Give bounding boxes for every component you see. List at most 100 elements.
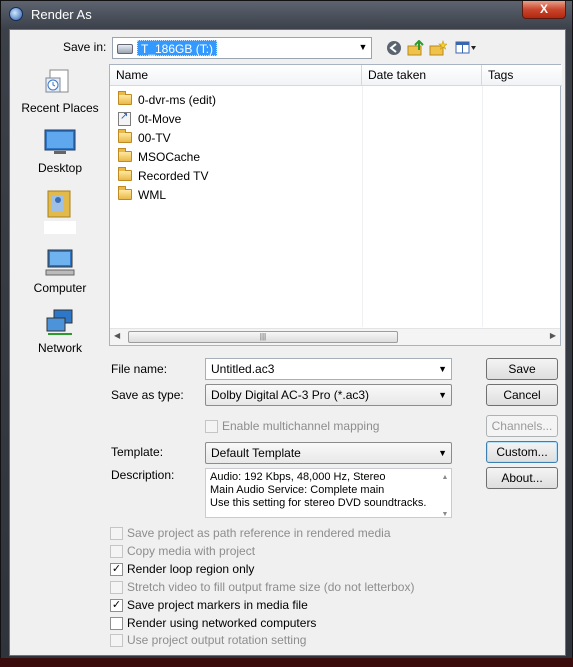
computer-icon [44, 248, 76, 278]
views-menu-button[interactable] [453, 38, 479, 58]
place-network[interactable]: Network [16, 308, 104, 355]
places-bar: Recent Places Desktop Computer Network [16, 64, 104, 364]
list-item-label: 0-dvr-ms (edit) [138, 92, 217, 107]
file-name-value: Untitled.ac3 [211, 362, 275, 376]
cancel-button[interactable]: Cancel [486, 384, 558, 406]
checkbox-box [110, 616, 123, 630]
scroll-right-icon[interactable]: ▶ [550, 331, 556, 340]
folder-icon [118, 91, 132, 105]
description-line: Use this setting for stereo DVD soundtra… [210, 497, 427, 509]
channels-button[interactable]: Channels... [486, 415, 558, 437]
render-as-dialog: Render As X Save in: T_186GB (T:) ▼ Rece… [0, 0, 573, 663]
custom-button[interactable]: Custom... [486, 441, 558, 463]
folder-icon [118, 129, 132, 143]
list-item[interactable]: 0-dvr-ms (edit) [118, 90, 216, 109]
list-item-label: 0t-Move [138, 111, 182, 126]
list-item[interactable]: 0t-Move [118, 109, 181, 128]
list-item[interactable]: WML [118, 185, 166, 204]
checkbox-label: Render using networked computers [127, 616, 317, 630]
back-button[interactable] [384, 38, 404, 58]
desktop-icon [44, 128, 76, 158]
chevron-down-icon: ▼ [438, 390, 447, 400]
new-folder-icon [429, 40, 447, 56]
horizontal-scrollbar[interactable]: ◀ ||| ▶ [110, 328, 560, 345]
up-folder-icon [407, 40, 424, 56]
file-name-label: File name: [111, 362, 168, 376]
folder-icon [118, 148, 132, 162]
scroll-left-icon[interactable]: ◀ [114, 331, 120, 340]
copy-media-checkbox[interactable]: Copy media with project [110, 544, 255, 558]
column-header-date-taken[interactable]: Date taken [362, 65, 482, 86]
back-arrow-icon [387, 41, 401, 55]
checkbox-label: Use project output rotation setting [127, 633, 307, 647]
place-label: Recent Places [21, 101, 99, 115]
scroll-down-icon[interactable]: ▼ [439, 508, 451, 517]
save-in-label: Save in: [63, 40, 107, 54]
save-path-reference-checkbox[interactable]: Save project as path reference in render… [110, 526, 391, 540]
render-loop-region-checkbox[interactable]: ✓ Render loop region only [110, 562, 254, 576]
networked-render-checkbox[interactable]: Render using networked computers [110, 616, 316, 630]
checkbox-label: Save project as path reference in render… [127, 526, 391, 540]
up-folder-button[interactable] [406, 38, 426, 58]
user-folder-icon [44, 188, 76, 218]
checkbox-box [205, 419, 218, 433]
stretch-video-checkbox[interactable]: Stretch video to fill output frame size … [110, 580, 414, 594]
background-strip [0, 658, 573, 667]
folder-icon [118, 186, 132, 200]
description-label: Description: [111, 468, 175, 482]
scroll-up-icon[interactable]: ▲ [439, 471, 451, 484]
save-in-dropdown[interactable]: T_186GB (T:) ▼ [112, 37, 372, 59]
recent-places-icon [44, 68, 76, 98]
save-as-type-value: Dolby Digital AC-3 Pro (*.ac3) [211, 388, 370, 402]
checkbox-box [110, 633, 123, 647]
close-button[interactable]: X [522, 1, 566, 19]
place-label: Network [37, 341, 82, 355]
drive-icon [117, 44, 133, 54]
scroll-thumb[interactable]: ||| [128, 331, 398, 343]
file-name-input[interactable]: Untitled.ac3 ▼ [205, 358, 452, 380]
list-item[interactable]: 00-TV [118, 128, 171, 147]
list-item-label: Recorded TV [138, 168, 209, 183]
chevron-down-icon[interactable]: ▼ [438, 359, 447, 379]
about-button[interactable]: About... [486, 467, 558, 489]
description-line: Audio: 192 Kbps, 48,000 Hz, Stereo [210, 471, 386, 483]
checkbox-label: Enable multichannel mapping [222, 419, 380, 433]
template-dropdown[interactable]: Default Template ▼ [205, 442, 452, 464]
dialog-body: Save in: T_186GB (T:) ▼ Recent Places De… [9, 29, 566, 656]
description-line: Main Audio Service: Complete main [210, 484, 385, 496]
multichannel-mapping-checkbox[interactable]: Enable multichannel mapping [205, 419, 379, 433]
checkbox-label: Copy media with project [127, 544, 256, 558]
list-item[interactable]: MSOCache [118, 147, 200, 166]
place-recent-places[interactable]: Recent Places [16, 68, 104, 115]
window-title: Render As [31, 7, 92, 22]
checkbox-box [110, 580, 123, 594]
place-label: Desktop [37, 161, 83, 175]
shortcut-icon [118, 111, 131, 126]
column-divider [362, 86, 363, 327]
template-value: Default Template [211, 446, 301, 460]
place-computer[interactable]: Computer [16, 248, 104, 295]
column-header-name[interactable]: Name [110, 65, 362, 86]
place-label [44, 221, 76, 234]
save-as-type-dropdown[interactable]: Dolby Digital AC-3 Pro (*.ac3) ▼ [205, 384, 452, 406]
description-box: Audio: 192 Kbps, 48,000 Hz, Stereo Main … [205, 468, 452, 518]
new-folder-button[interactable] [428, 38, 448, 58]
output-rotation-checkbox[interactable]: Use project output rotation setting [110, 633, 306, 647]
save-markers-checkbox[interactable]: ✓ Save project markers in media file [110, 598, 308, 612]
save-button[interactable]: Save [486, 358, 558, 380]
checkbox-box [110, 544, 123, 558]
column-divider [482, 86, 483, 327]
title-bar[interactable]: Render As X [1, 1, 572, 29]
description-scrollbar[interactable]: ▲ ▼ [439, 469, 451, 517]
column-header-tags[interactable]: Tags [482, 65, 562, 86]
checkbox-label: Render loop region only [127, 562, 255, 576]
place-desktop[interactable]: Desktop [16, 128, 104, 175]
folder-icon [118, 167, 132, 181]
checkbox-label: Save project markers in media file [127, 598, 308, 612]
place-user-folder[interactable] [16, 188, 104, 234]
list-item[interactable]: Recorded TV [118, 166, 208, 185]
file-list[interactable]: Name Date taken Tags 0-dvr-ms (edit) 0t-… [109, 64, 562, 346]
list-item-label: WML [138, 187, 166, 202]
chevron-down-icon: ▼ [358, 42, 368, 52]
network-icon [44, 308, 76, 338]
